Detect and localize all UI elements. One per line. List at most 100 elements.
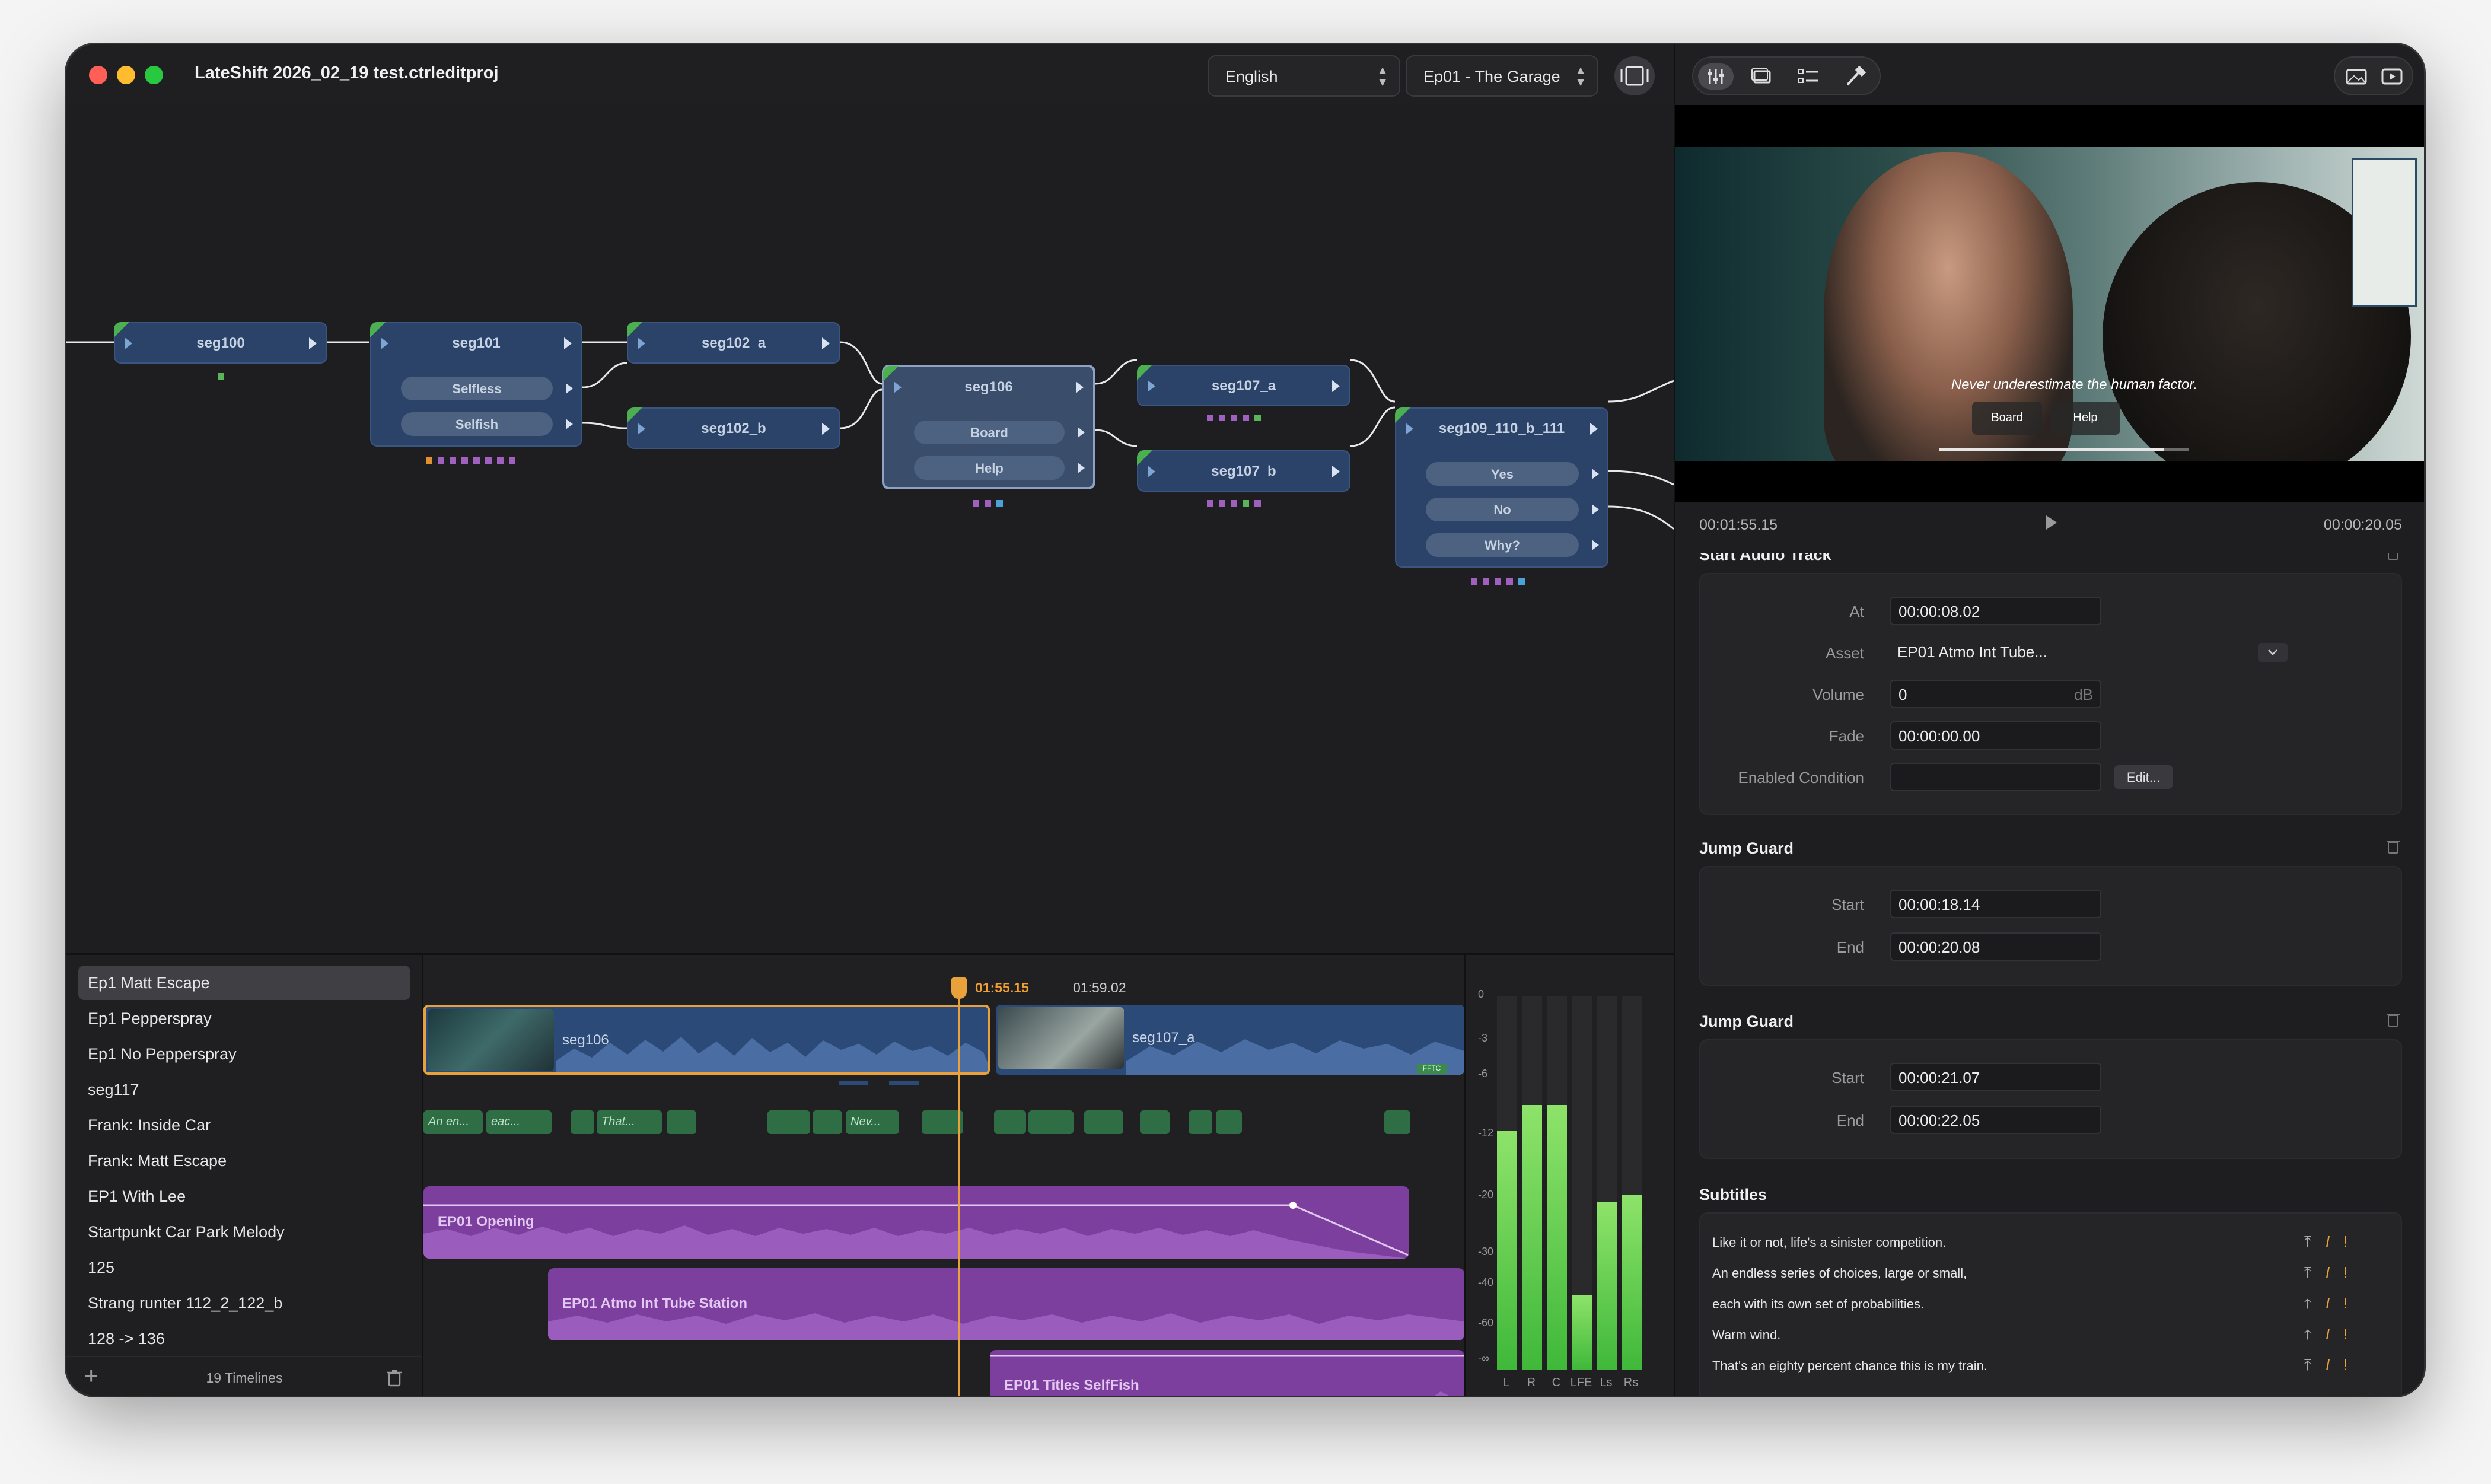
choice-port-icon[interactable] (1592, 469, 1599, 479)
audio-clip[interactable]: EP01 Atmo Int Tube Station (548, 1268, 1464, 1340)
subtitle-chip[interactable] (994, 1110, 1026, 1134)
subtitle-chip[interactable] (813, 1110, 842, 1134)
trash-icon[interactable] (2386, 838, 2400, 854)
timeline-item[interactable]: EP1 With Lee (78, 1179, 410, 1214)
toggle-image-view[interactable] (2339, 63, 2374, 90)
subtitle-chip[interactable] (767, 1110, 810, 1134)
choice-port-icon[interactable] (1592, 540, 1599, 550)
jump-guard-start-field[interactable]: 00:00:18.14 (1890, 890, 2101, 918)
delete-timeline-button[interactable] (387, 1369, 402, 1387)
asset-dropdown-button[interactable] (2258, 643, 2288, 662)
graph-node-seg107-a[interactable]: seg107_a (1137, 365, 1350, 406)
audio-clip[interactable]: EP01 Opening (423, 1186, 1409, 1259)
graph-node-seg106[interactable]: seg106 Board Help (882, 365, 1095, 489)
warning-icon[interactable]: ! (2343, 1263, 2347, 1282)
timeline-item[interactable]: Ep1 No Pepperspray (78, 1037, 410, 1071)
video-clip[interactable]: seg107_a FFTC (996, 1005, 1464, 1075)
graph-node-seg107-b[interactable]: seg107_b (1137, 450, 1350, 492)
graph-node-seg101[interactable]: seg101 Selfless Selfish (370, 322, 582, 447)
subtitle-chip[interactable]: eac... (486, 1110, 552, 1134)
subtitle-chip[interactable] (1216, 1110, 1242, 1134)
choice-port-icon[interactable] (566, 383, 573, 394)
timeline-item[interactable]: seg117 (78, 1072, 410, 1107)
timeline-item[interactable]: Startpunkt Car Park Melody (78, 1215, 410, 1249)
subtitle-chip[interactable] (1084, 1110, 1123, 1134)
subtitle-chip[interactable]: An en... (423, 1110, 483, 1134)
subtitle-chip[interactable] (667, 1110, 696, 1134)
close-window-button[interactable] (89, 66, 107, 84)
output-port-icon[interactable] (1076, 381, 1084, 393)
subtitle-chip[interactable] (1189, 1110, 1212, 1134)
output-port-icon[interactable] (309, 337, 317, 349)
warning-icon[interactable]: ! (2343, 1294, 2347, 1313)
video-clip[interactable]: seg106 (423, 1005, 990, 1075)
tab-checklist[interactable] (1791, 63, 1826, 90)
italic-icon[interactable]: I (2326, 1294, 2330, 1313)
inspector-panel[interactable]: Start Audio Track At 00:00:08.02 Asset E… (1675, 553, 2424, 1396)
asset-select[interactable]: EP01 Atmo Int Tube... (1890, 638, 2299, 667)
subtitle-chip[interactable] (1384, 1110, 1410, 1134)
subtitle-chip[interactable] (1140, 1110, 1170, 1134)
timeline-item[interactable]: Ep1 Matt Escape (78, 966, 410, 1000)
audio-clip[interactable]: EP01 Titles SelfFish (990, 1350, 1464, 1396)
choice-help[interactable]: Help (914, 456, 1065, 480)
timeline-item[interactable]: Frank: Inside Car (78, 1108, 410, 1142)
choice-board[interactable]: Board (914, 421, 1065, 444)
at-field[interactable]: 00:00:08.02 (1890, 597, 2101, 625)
choice-port-icon[interactable] (1078, 427, 1085, 438)
tab-tools[interactable] (1837, 63, 1872, 90)
italic-icon[interactable]: I (2326, 1263, 2330, 1282)
volume-field[interactable]: 0 dB (1890, 680, 2101, 708)
warning-icon[interactable]: ! (2343, 1325, 2347, 1343)
subtitle-row[interactable]: An endless series of choices, large or s… (1712, 1257, 2379, 1287)
jump-guard-end-field[interactable]: 00:00:22.05 (1890, 1106, 2101, 1134)
output-port-icon[interactable] (822, 423, 830, 435)
output-port-icon[interactable] (1590, 423, 1598, 435)
preview-choice-help[interactable]: Help (2050, 402, 2120, 435)
enabled-condition-field[interactable] (1890, 763, 2101, 791)
italic-icon[interactable]: I (2326, 1233, 2330, 1251)
trash-icon[interactable] (2386, 1011, 2400, 1027)
zoom-window-button[interactable] (145, 66, 163, 84)
trash-icon[interactable] (2386, 553, 2400, 560)
choice-why[interactable]: Why? (1426, 533, 1579, 557)
preview-choice-board[interactable]: Board (1972, 402, 2042, 435)
timeline-item[interactable]: Frank: Matt Escape (78, 1144, 410, 1178)
choice-yes[interactable]: Yes (1426, 462, 1579, 486)
graph-node-seg109-110-b-111[interactable]: seg109_110_b_111 Yes No Why? (1395, 407, 1608, 568)
subtitle-chip[interactable] (922, 1110, 963, 1134)
move-to-top-icon[interactable]: ⤒ (2304, 1263, 2311, 1282)
minimize-window-button[interactable] (117, 66, 135, 84)
timeline-item[interactable]: 125 (78, 1250, 410, 1285)
timeline-item[interactable]: 128 -> 136 (78, 1321, 410, 1356)
tab-media[interactable] (1744, 63, 1780, 90)
tab-properties[interactable] (1698, 63, 1734, 90)
playhead[interactable] (958, 985, 960, 1396)
subtitle-chip[interactable]: That... (597, 1110, 662, 1134)
move-to-top-icon[interactable]: ⤒ (2304, 1233, 2311, 1251)
language-select[interactable]: English ▲ ▼ (1208, 55, 1400, 97)
choice-no[interactable]: No (1426, 498, 1579, 521)
warning-icon[interactable]: ! (2343, 1233, 2347, 1251)
story-graph-canvas[interactable]: seg100 seg101 Selfless Selfish seg102_a … (66, 105, 1674, 953)
output-port-icon[interactable] (564, 337, 572, 349)
italic-icon[interactable]: I (2326, 1325, 2330, 1343)
choice-port-icon[interactable] (1592, 504, 1599, 515)
move-to-top-icon[interactable]: ⤒ (2304, 1294, 2311, 1313)
video-preview[interactable]: Never underestimate the human factor. Bo… (1675, 105, 2424, 533)
subtitle-chip[interactable]: Nev... (846, 1110, 899, 1134)
graph-node-seg100[interactable]: seg100 (114, 322, 327, 364)
graph-node-seg102-a[interactable]: seg102_a (627, 322, 840, 364)
timeline-item[interactable]: Strang runter 112_2_122_b (78, 1286, 410, 1320)
choice-port-icon[interactable] (1078, 463, 1085, 473)
subtitle-row[interactable]: Like it or not, life's a sinister compet… (1712, 1227, 2379, 1256)
subtitle-chip[interactable] (1028, 1110, 1074, 1134)
choice-selfish[interactable]: Selfish (401, 412, 553, 436)
choice-port-icon[interactable] (566, 419, 573, 429)
move-to-top-icon[interactable]: ⤒ (2304, 1325, 2311, 1344)
warning-icon[interactable]: ! (2343, 1356, 2347, 1374)
jump-guard-end-field[interactable]: 00:00:20.08 (1890, 932, 2101, 961)
fit-view-button[interactable] (1614, 56, 1655, 95)
subtitle-row[interactable]: That's an eighty percent chance this is … (1712, 1350, 2379, 1380)
output-port-icon[interactable] (1332, 380, 1340, 392)
